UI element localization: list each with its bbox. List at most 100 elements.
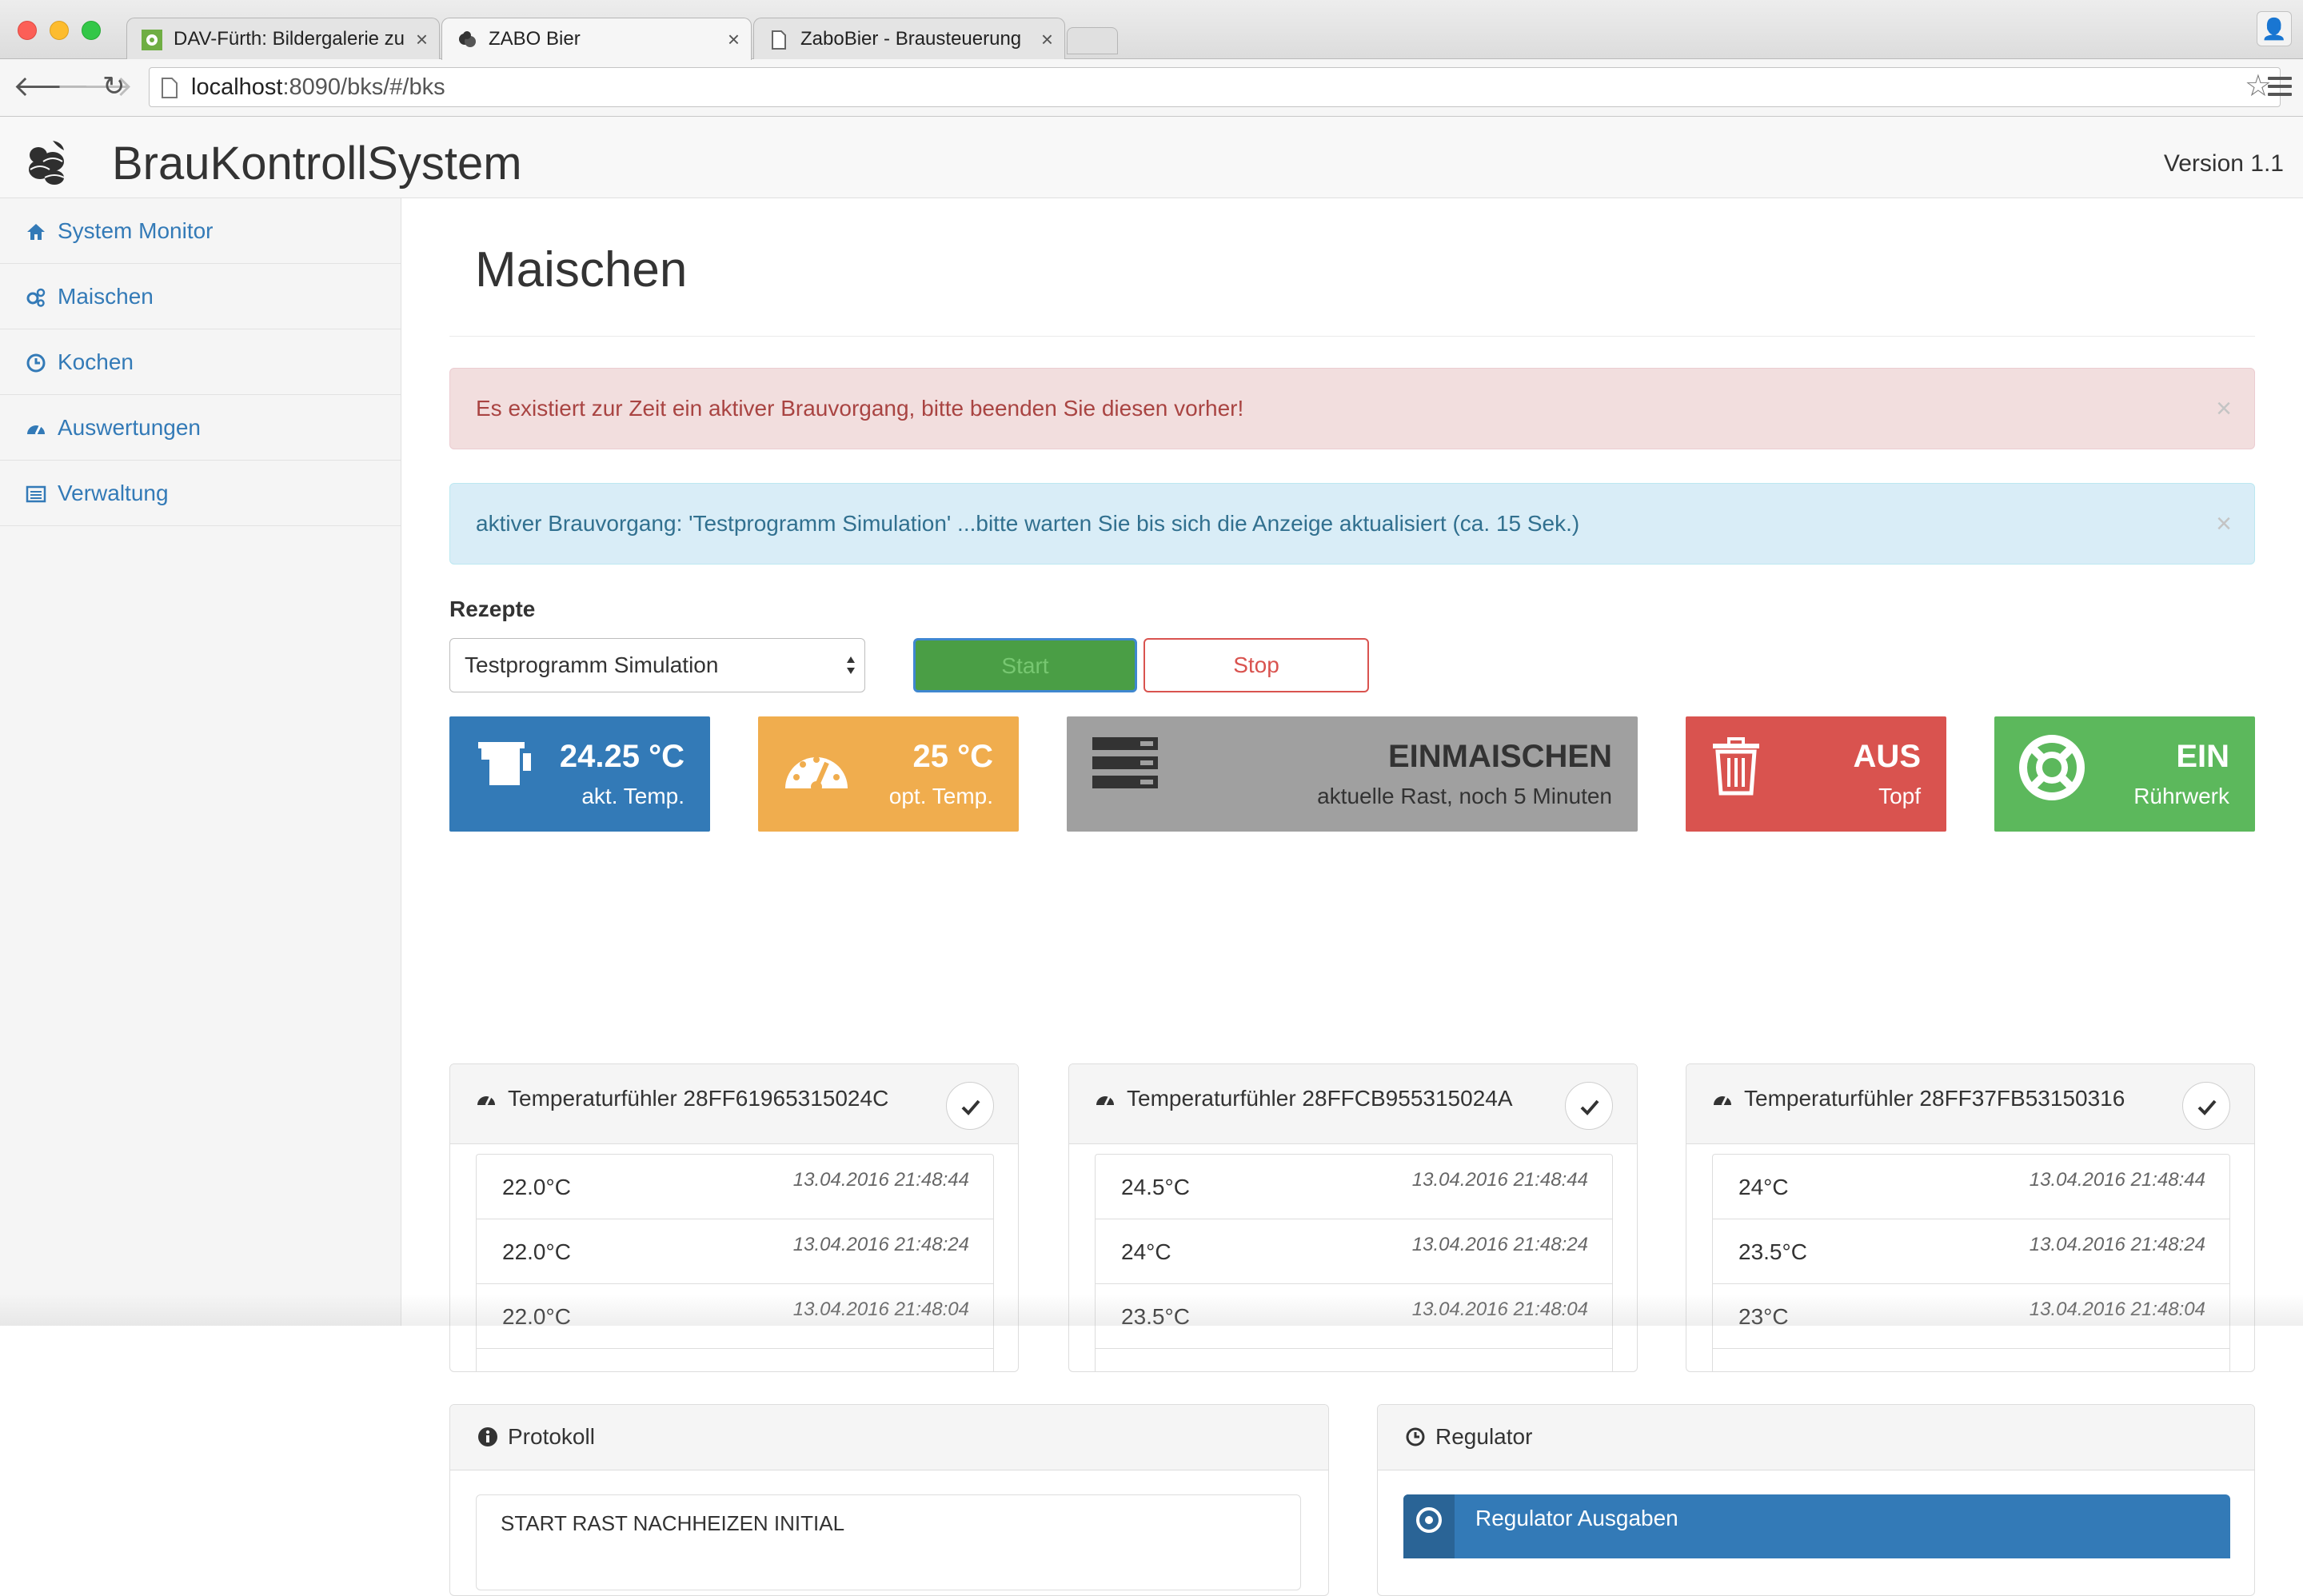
tab-close-icon[interactable]: ×: [728, 18, 740, 60]
browser-tab-1[interactable]: DAV-Fürth: Bildergalerie zu ×: [126, 18, 440, 59]
close-icon[interactable]: ×: [2216, 484, 2232, 564]
new-tab-button[interactable]: [1067, 27, 1118, 54]
reading-temp: 22.0°C: [502, 1239, 571, 1264]
reload-icon[interactable]: ↻: [102, 70, 126, 102]
browser-toolbar: 🡐 🡒 ↻ localhost:8090/bks/#/bks ☆: [0, 59, 2303, 117]
target-icon: [1416, 1507, 1442, 1533]
list-item: 22.0°C 13.04.2016 21:48:24: [476, 1219, 994, 1284]
sidebar-item-auswertungen[interactable]: Auswertungen: [0, 395, 401, 461]
reading-time: 13.04.2016 21:48:04: [792, 1299, 969, 1320]
alert-text: Es existiert zur Zeit ein aktiver Brauvo…: [476, 396, 1244, 421]
panel-heading: Temperaturfühler 28FF61965315024C: [450, 1064, 1018, 1144]
reading-temp: 23.5°C: [1121, 1304, 1190, 1329]
main-content: Maischen Es existiert zur Zeit ein aktiv…: [401, 198, 2303, 1596]
dashboard-icon: [27, 425, 45, 435]
info-icon: [478, 1427, 497, 1446]
list-item: 22.0°C 13.04.2016 21:48:44: [476, 1154, 994, 1219]
gallery-favicon-icon: [142, 30, 162, 50]
dashboard-icon: [1096, 1096, 1114, 1106]
tab-title: ZABO Bier: [489, 28, 581, 50]
stop-button[interactable]: Stop: [1144, 638, 1369, 692]
reading-list: 24.5°C 13.04.2016 21:48:44 24°C 13.04.2016…: [1095, 1154, 1613, 1371]
list-item: 23.5°C 13.04.2016 21:48:04: [1095, 1283, 1613, 1349]
sensor-panel: Temperaturfühler 28FF37FB53150316 24°C 13…: [1686, 1063, 2255, 1372]
reading-temp: 24.5°C: [1121, 1175, 1190, 1199]
hop-favicon-icon: [459, 31, 476, 47]
start-button[interactable]: Start: [913, 638, 1137, 692]
hop-logo-icon[interactable]: [21, 138, 74, 190]
profile-icon[interactable]: 👤: [2257, 11, 2292, 46]
mash-phase-value: EINMAISCHEN: [1387, 739, 1612, 774]
optimal-temperature-value: 25 °C: [912, 739, 994, 774]
sidebar-item-verwaltung[interactable]: Verwaltung: [0, 461, 401, 526]
gauge-icon: [785, 756, 848, 792]
close-window-button[interactable]: [18, 21, 37, 40]
browser-menu-icon[interactable]: [2268, 77, 2292, 101]
version-label: Version 1.1: [2163, 150, 2284, 177]
browser-tab-2[interactable]: ZABO Bier ×: [441, 18, 752, 60]
list-item: [476, 1348, 994, 1371]
check-button[interactable]: [1565, 1082, 1613, 1130]
list-item: [1712, 1348, 2230, 1371]
reading-temp: 24°C: [1738, 1175, 1789, 1199]
recipes-label: Rezepte: [449, 597, 536, 621]
protocol-panel: Protokoll START RAST NACHHEIZEN INITIAL: [449, 1404, 1329, 1596]
sensor-title: Temperaturfühler 28FF61965315024C: [508, 1086, 889, 1111]
list-item: 22.0°C 13.04.2016 21:48:04: [476, 1283, 994, 1349]
app-header: BrauKontrollSystem Version 1.1: [0, 117, 2303, 198]
sensor-panel: Temperaturfühler 28FFCB955315024A 24.5°C…: [1068, 1063, 1638, 1372]
check-button[interactable]: [2182, 1082, 2230, 1130]
document-favicon-icon: [772, 30, 786, 50]
regulator-outputs-header[interactable]: Regulator Ausgaben: [1403, 1494, 2230, 1558]
tab-close-icon[interactable]: ×: [416, 18, 428, 59]
browser-tab-3[interactable]: ZaboBier - Brausteuerung ×: [753, 18, 1065, 59]
clock-icon: [26, 353, 46, 373]
reading-time: 13.04.2016 21:48:24: [2029, 1234, 2205, 1255]
mash-phase-label: aktuelle Rast, noch 5 Minuten: [1317, 784, 1612, 808]
life-ring-icon: [2019, 735, 2085, 800]
list-box-icon: [26, 485, 46, 503]
sidebar-item-kochen[interactable]: Kochen: [0, 329, 401, 395]
sidebar: System Monitor Maischen Kochen Auswertun…: [0, 198, 401, 1326]
stirrer-status-tile: EIN Rührwerk: [1994, 716, 2255, 832]
reading-temp: 22.0°C: [502, 1175, 571, 1199]
pot-status-value: AUS: [1853, 739, 1921, 774]
checkmark-icon: [961, 1099, 980, 1115]
panel-heading: Temperaturfühler 28FFCB955315024A: [1069, 1064, 1637, 1144]
pot-status-label: Topf: [1878, 784, 1921, 808]
active-brew-info-alert: aktiver Brauvorgang: 'Testprogramm Simul…: [449, 483, 2255, 565]
minimize-window-button[interactable]: [50, 21, 69, 40]
zoom-window-button[interactable]: [82, 21, 101, 40]
divider: [449, 336, 2255, 337]
sidebar-item-label: Kochen: [58, 349, 134, 374]
reading-time: 13.04.2016 21:48:04: [2029, 1299, 2205, 1320]
sidebar-item-maischen[interactable]: Maischen: [0, 264, 401, 329]
recipe-select[interactable]: Testprogramm Simulation: [449, 638, 865, 692]
tab-title: DAV-Fürth: Bildergalerie zu: [174, 28, 404, 50]
gears-icon: [26, 288, 46, 307]
tab-close-icon[interactable]: ×: [1041, 18, 1053, 59]
reading-temp: 23.5°C: [1738, 1239, 1807, 1264]
dashboard-icon: [1714, 1096, 1731, 1106]
reading-temp: 22.0°C: [502, 1304, 571, 1329]
optimal-temperature-label: opt. Temp.: [888, 784, 993, 808]
recipe-selected-value: Testprogramm Simulation: [465, 652, 719, 677]
url-text: localhost:8090/bks/#/bks: [191, 74, 445, 100]
reading-time: 13.04.2016 21:48:04: [1411, 1299, 1588, 1320]
list-item: 23°C 13.04.2016 21:48:04: [1712, 1283, 2230, 1349]
close-icon[interactable]: ×: [2216, 369, 2232, 449]
clock-icon: [1406, 1427, 1425, 1446]
sensor-title: Temperaturfühler 28FFCB955315024A: [1127, 1086, 1513, 1111]
tab-title: ZaboBier - Brausteuerung: [800, 28, 1022, 50]
list-item: [1095, 1348, 1613, 1371]
regulator-panel: Regulator Regulator Ausgaben: [1377, 1404, 2255, 1596]
check-button[interactable]: [946, 1082, 994, 1130]
mash-phase-tile: EINMAISCHEN aktuelle Rast, noch 5 Minute…: [1067, 716, 1638, 832]
alert-text: aktiver Brauvorgang: 'Testprogramm Simul…: [476, 511, 1580, 536]
sidebar-item-system-monitor[interactable]: System Monitor: [0, 198, 401, 264]
app-title[interactable]: BrauKontrollSystem: [112, 138, 522, 190]
dashboard-icon: [477, 1096, 495, 1106]
reading-temp: 23°C: [1738, 1304, 1789, 1329]
address-bar[interactable]: localhost:8090/bks/#/bks ☆: [149, 67, 2281, 107]
current-temperature-value: 24.25 °C: [559, 739, 685, 774]
